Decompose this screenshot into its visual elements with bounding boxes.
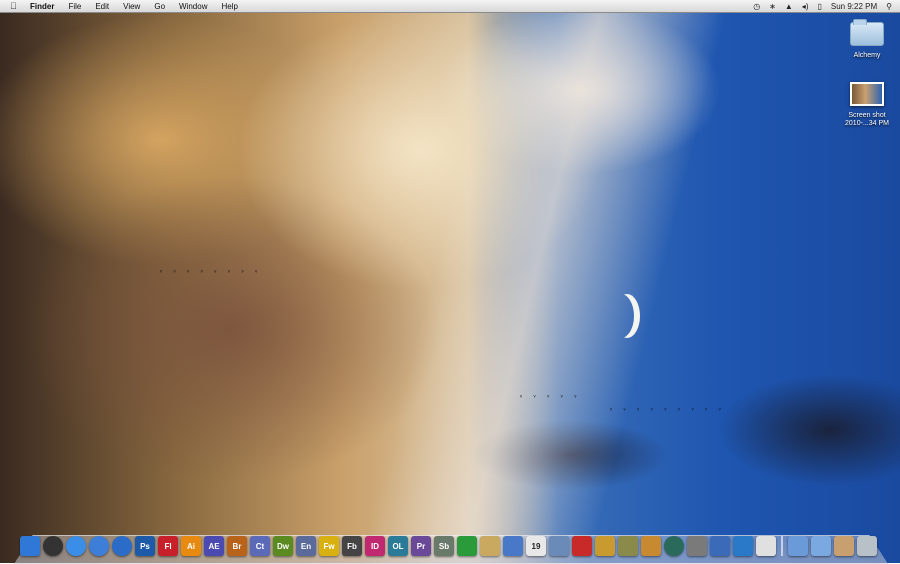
dock-dreamweaver-icon[interactable]: Dw <box>273 536 293 556</box>
birds-flock: ᵛ ᵛ ᵛ ᵛ ᵛ <box>520 395 582 401</box>
cloud-band <box>359 0 731 563</box>
dock-flash-icon[interactable]: Fl <box>158 536 178 556</box>
menu-finder[interactable]: Finder <box>30 2 54 11</box>
dock-time-machine-icon[interactable] <box>664 536 684 556</box>
dock-dashboard-icon[interactable] <box>43 536 63 556</box>
dock-flash-builder-icon[interactable]: Fb <box>342 536 362 556</box>
menu-file[interactable]: File <box>68 2 81 11</box>
bluetooth-icon[interactable]: ∗ <box>769 2 776 11</box>
desktop-icon-label: Alchemy <box>853 52 881 59</box>
dock-trash-icon[interactable] <box>857 536 877 556</box>
dock-applications-stack-icon[interactable] <box>788 536 808 556</box>
desktop-icon-label: 2010-...34 PM <box>845 120 889 127</box>
dock-iphoto-icon[interactable] <box>549 536 569 556</box>
dock-photoshop-icon[interactable]: Ps <box>135 536 155 556</box>
dock-downloads-stack-icon[interactable] <box>834 536 854 556</box>
image-thumbnail-icon <box>850 82 884 106</box>
spotlight-icon[interactable]: ⚲ <box>886 2 892 11</box>
menu-bar:  Finder File Edit View Go Window Help ◷… <box>0 0 900 13</box>
dock-ical-icon[interactable]: 19 <box>526 536 546 556</box>
dock-itunes-icon[interactable] <box>112 536 132 556</box>
menu-view[interactable]: View <box>123 2 140 11</box>
menu-edit[interactable]: Edit <box>95 2 109 11</box>
dock-soundbooth-icon[interactable]: Sb <box>434 536 454 556</box>
battery-icon[interactable]: ▯ <box>817 2 821 11</box>
dock-fireworks-icon[interactable]: Fw <box>319 536 339 556</box>
dock: Ps Fl Ai AE Br Ct Dw En Fw Fb ID OL Pr Sb 19 <box>20 534 877 556</box>
dock-textedit-icon[interactable] <box>756 536 776 556</box>
dock-notes-icon[interactable] <box>480 536 500 556</box>
dock-documents-stack-icon[interactable] <box>811 536 831 556</box>
birds-flock: ᵛ ᵛ ᵛ ᵛ ᵛ ᵛ ᵛ ᵛ <box>160 270 263 276</box>
crescent-moon <box>608 294 634 338</box>
dock-separator <box>781 536 783 556</box>
desktop-file-screenshot[interactable]: Screen shot 2010-...34 PM <box>835 82 899 128</box>
dock-indesign-icon[interactable]: ID <box>365 536 385 556</box>
dock-system-preferences-icon[interactable] <box>687 536 707 556</box>
folder-icon <box>850 19 884 46</box>
dock-finder-icon[interactable] <box>20 536 40 556</box>
apple-icon[interactable]:  <box>10 1 20 11</box>
volume-icon[interactable]: ◂) <box>802 2 809 11</box>
menu-go[interactable]: Go <box>154 2 165 11</box>
dock-ichat-icon[interactable] <box>66 536 86 556</box>
dock-after-effects-icon[interactable]: AE <box>204 536 224 556</box>
dock-safari-icon[interactable] <box>89 536 109 556</box>
dock-bbedit-icon[interactable] <box>710 536 730 556</box>
dock-image-capture-icon[interactable] <box>595 536 615 556</box>
wifi-icon[interactable]: ▲ <box>785 2 793 11</box>
desktop-wallpaper: ᵛ ᵛ ᵛ ᵛ ᵛ ᵛ ᵛ ᵛ ᵛ ᵛ ᵛ ᵛ ᵛ ᵛ ᵛ ᵛ ᵛ ᵛ ᵛ ᵛ … <box>0 0 900 563</box>
dock-onlocation-icon[interactable]: OL <box>388 536 408 556</box>
dock-premiere-icon[interactable]: Pr <box>411 536 431 556</box>
menu-help[interactable]: Help <box>221 2 237 11</box>
dock-preview-icon[interactable] <box>503 536 523 556</box>
time-machine-icon[interactable]: ◷ <box>753 2 760 11</box>
dock-photo-booth-icon[interactable] <box>572 536 592 556</box>
birds-flock: ᵛ ᵛ ᵛ ᵛ ᵛ ᵛ ᵛ ᵛ ᵛ <box>610 408 726 414</box>
dock-bridge-icon[interactable]: Br <box>227 536 247 556</box>
status-area: ◷ ∗ ▲ ◂) ▯ Sun 9:22 PM ⚲ <box>753 2 892 11</box>
menu-window[interactable]: Window <box>179 2 207 11</box>
desktop-folder-alchemy[interactable]: Alchemy <box>835 19 899 60</box>
dock-garageband-icon[interactable] <box>641 536 661 556</box>
dock-app-store-style-icon[interactable] <box>457 536 477 556</box>
dock-users-icon[interactable] <box>733 536 753 556</box>
menu-clock[interactable]: Sun 9:22 PM <box>831 2 877 11</box>
dock-encore-icon[interactable]: En <box>296 536 316 556</box>
desktop-icon-label: Screen shot <box>848 112 886 119</box>
dock-contribute-icon[interactable]: Ct <box>250 536 270 556</box>
dock-dashcode-icon[interactable] <box>618 536 638 556</box>
dock-illustrator-icon[interactable]: Ai <box>181 536 201 556</box>
